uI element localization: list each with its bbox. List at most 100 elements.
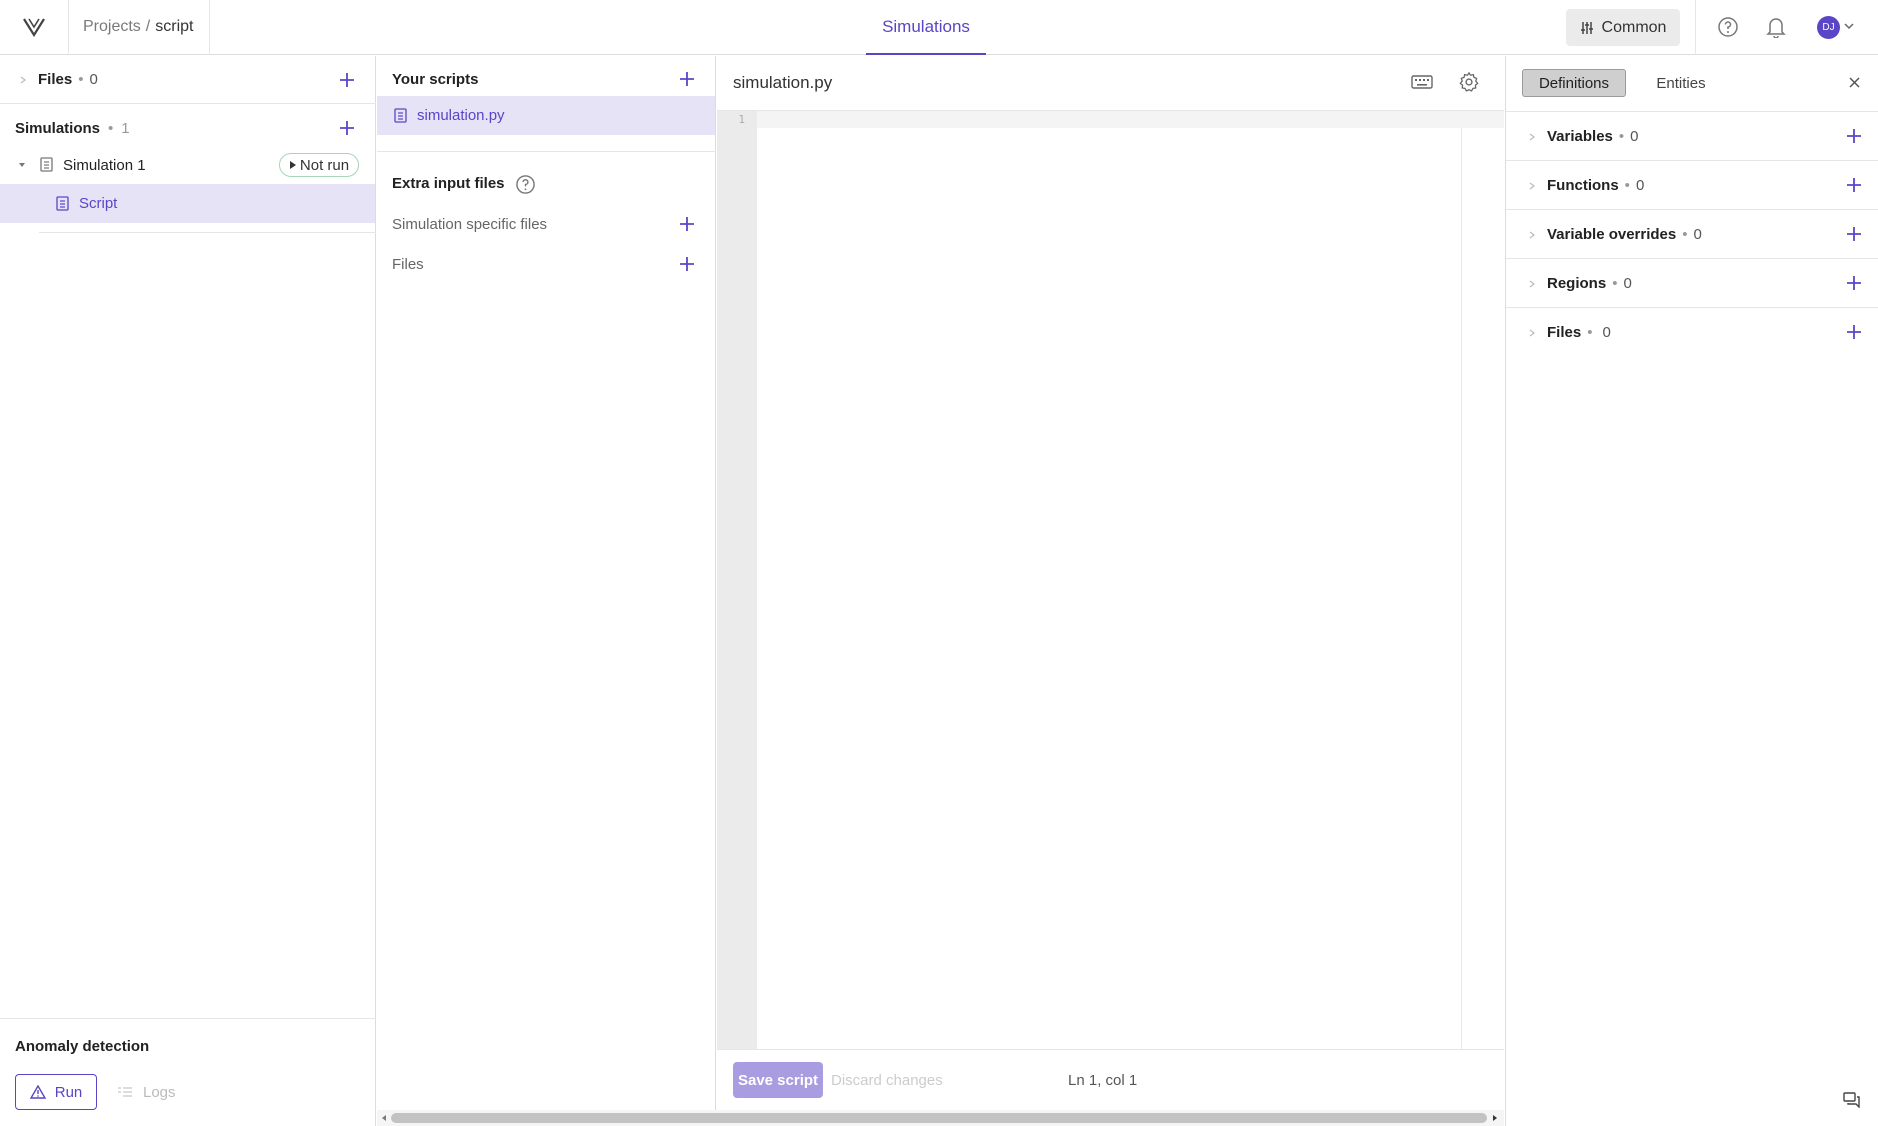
- play-icon: [289, 161, 296, 169]
- chevron-down-icon[interactable]: [1843, 20, 1855, 32]
- save-script-button[interactable]: Save script: [733, 1062, 823, 1098]
- run-button[interactable]: Run: [15, 1074, 97, 1110]
- notifications-button[interactable]: [1763, 14, 1789, 40]
- section-dot: •: [1624, 176, 1630, 194]
- simulations-label: Simulations: [15, 119, 101, 137]
- tab-entities[interactable]: Entities: [1646, 69, 1716, 97]
- section-label: Regions: [1547, 274, 1607, 292]
- breadcrumb-projects[interactable]: Projects: [83, 18, 141, 36]
- add-extra-file-button[interactable]: [677, 254, 697, 274]
- close-icon[interactable]: [1848, 76, 1861, 89]
- plus-icon: [1847, 276, 1861, 290]
- scroll-right-icon[interactable]: [1491, 1114, 1499, 1122]
- plus-icon: [1847, 178, 1861, 192]
- chat-icon[interactable]: [1843, 1092, 1861, 1108]
- breadcrumb-current: script: [155, 18, 194, 35]
- run-button-label: Run: [54, 1083, 83, 1101]
- simulations-section: Simulations • 1: [0, 104, 376, 152]
- keyboard-icon[interactable]: [1411, 74, 1433, 90]
- add-function-button[interactable]: [1844, 175, 1864, 195]
- plus-icon: [680, 257, 694, 271]
- anomaly-title: Anomaly detection: [15, 1038, 150, 1055]
- code-area[interactable]: [757, 128, 1504, 1049]
- files-section[interactable]: Files • 0: [0, 56, 376, 104]
- logs-button[interactable]: Logs: [117, 1074, 176, 1110]
- section-dot: •: [1612, 274, 1618, 292]
- add-variable-button[interactable]: [1844, 126, 1864, 146]
- script-file-item[interactable]: simulation.py: [377, 96, 715, 135]
- logs-button-label: Logs: [143, 1083, 176, 1101]
- chevron-right-icon[interactable]: [1528, 230, 1536, 240]
- files-dot: •: [78, 71, 84, 88]
- cursor-position: Ln 1, col 1: [1068, 1071, 1138, 1089]
- scrollbar-thumb[interactable]: [391, 1113, 1487, 1123]
- tab-simulations[interactable]: Simulations: [866, 0, 986, 55]
- horizontal-scrollbar[interactable]: [377, 1110, 1504, 1126]
- chevron-right-icon[interactable]: [18, 75, 28, 85]
- plus-icon: [680, 217, 694, 231]
- section-label: Files: [1547, 324, 1582, 341]
- section-count: 0: [1623, 274, 1632, 292]
- code-line-active[interactable]: [757, 111, 1504, 128]
- plus-icon: [680, 72, 694, 86]
- script-file-icon: [56, 196, 69, 211]
- help-icon[interactable]: [515, 174, 536, 195]
- script-file-name: simulation.py: [417, 107, 505, 124]
- chevron-right-icon[interactable]: [1528, 328, 1536, 338]
- script-label: Script: [79, 195, 118, 212]
- simulation-name: Simulation 1: [63, 156, 146, 174]
- section-files[interactable]: Files • 0: [1506, 308, 1878, 357]
- add-simulation-file-button[interactable]: [677, 214, 697, 234]
- add-script-button[interactable]: [677, 69, 697, 89]
- section-functions[interactable]: Functions • 0: [1506, 161, 1878, 210]
- files-label: Files: [392, 256, 424, 273]
- bell-icon: [1766, 18, 1786, 38]
- section-count: 0: [1693, 225, 1702, 243]
- divider: [39, 232, 376, 233]
- sliders-icon: [1580, 21, 1593, 34]
- extra-input-files-title: Extra input files: [392, 175, 505, 192]
- line-number: 1: [738, 113, 745, 126]
- plus-icon: [340, 121, 354, 135]
- tab-definitions[interactable]: Definitions: [1522, 69, 1626, 97]
- section-regions[interactable]: Regions • 0: [1506, 259, 1878, 308]
- simulations-count: 1: [121, 119, 130, 137]
- common-button[interactable]: Common: [1566, 9, 1680, 46]
- section-variable-overrides[interactable]: Variable overrides • 0: [1506, 210, 1878, 259]
- avatar[interactable]: DJ: [1817, 16, 1840, 39]
- editor-header: simulation.py: [717, 56, 1504, 111]
- settings-icon[interactable]: [1458, 71, 1480, 93]
- files-label: Files: [38, 71, 73, 88]
- section-label: Functions: [1547, 176, 1619, 194]
- add-file-button[interactable]: [337, 70, 357, 90]
- add-region-button[interactable]: [1844, 273, 1864, 293]
- your-scripts-title: Your scripts: [392, 71, 479, 88]
- scroll-left-icon[interactable]: [380, 1114, 388, 1122]
- plus-icon: [1847, 227, 1861, 241]
- common-button-label: Common: [1601, 18, 1667, 36]
- add-variable-override-button[interactable]: [1844, 224, 1864, 244]
- chevron-right-icon[interactable]: [1528, 181, 1536, 191]
- ruler-line: [1461, 128, 1462, 1104]
- app-logo[interactable]: [0, 0, 69, 55]
- script-file-icon: [40, 157, 53, 172]
- chevron-right-icon[interactable]: [1528, 132, 1536, 142]
- add-definition-file-button[interactable]: [1844, 322, 1864, 342]
- simulations-dot: •: [108, 119, 114, 137]
- script-item[interactable]: Script: [0, 184, 375, 223]
- discard-changes-button[interactable]: Discard changes: [831, 1062, 943, 1098]
- section-count: 0: [1602, 324, 1611, 341]
- section-dot: •: [1618, 127, 1625, 145]
- line-gutter: 1: [717, 111, 757, 1104]
- status-badge[interactable]: Not run: [279, 153, 359, 177]
- chevron-down-icon[interactable]: [17, 160, 27, 170]
- logs-icon: [118, 1087, 132, 1097]
- help-button[interactable]: [1715, 14, 1741, 40]
- editor-filename: simulation.py: [733, 73, 833, 92]
- plus-icon: [1847, 325, 1861, 339]
- chevron-right-icon[interactable]: [1528, 279, 1536, 289]
- script-file-icon: [394, 108, 407, 123]
- divider: [1695, 0, 1696, 55]
- section-variables[interactable]: Variables • 0: [1506, 112, 1878, 161]
- add-simulation-button[interactable]: [337, 118, 357, 138]
